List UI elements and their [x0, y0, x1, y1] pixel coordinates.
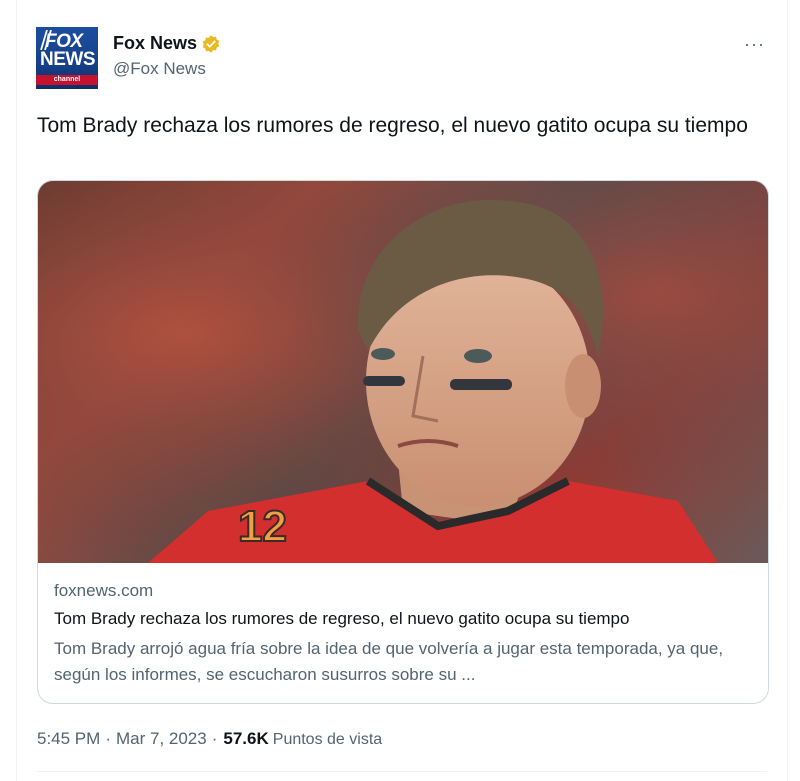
svg-text:12: 12: [238, 502, 287, 551]
tweet-date[interactable]: Mar 7, 2023: [116, 729, 207, 749]
card-title: Tom Brady rechaza los rumores de regreso…: [54, 609, 630, 628]
card-description: Tom Brady arrojó agua fría sobre la idea…: [54, 639, 724, 684]
tweet-meta: 5:45 PM · Mar 7, 2023 · 57.6K Puntos de …: [37, 729, 382, 749]
player-photo-icon: 12: [38, 181, 768, 563]
meta-separator: ·: [211, 729, 218, 748]
views-label: Puntos de vista: [272, 731, 383, 748]
more-options-icon[interactable]: ···: [744, 34, 765, 55]
card-image[interactable]: 12: [38, 181, 768, 563]
display-name[interactable]: Fox News: [113, 33, 197, 54]
tweet-time[interactable]: 5:45 PM: [37, 729, 100, 749]
avatar-logo-channel: channel: [36, 75, 98, 85]
verified-badge-icon: [202, 34, 220, 53]
avatar[interactable]: FOX NEWS channel: [36, 27, 98, 89]
author-name-row[interactable]: Fox News: [113, 33, 221, 54]
avatar-logo-news: NEWS: [40, 49, 96, 70]
divider: [37, 771, 767, 772]
link-card[interactable]: 12 foxnews.com Tom Brady rechaza los rum…: [37, 180, 769, 704]
tweet-text: Tom Brady rechaza los rumores de regreso…: [37, 114, 748, 137]
card-domain: foxnews.com: [54, 581, 154, 600]
meta-separator: ·: [105, 729, 111, 748]
views-count[interactable]: 57.6K: [223, 729, 268, 749]
user-handle[interactable]: @Fox News: [113, 59, 206, 79]
